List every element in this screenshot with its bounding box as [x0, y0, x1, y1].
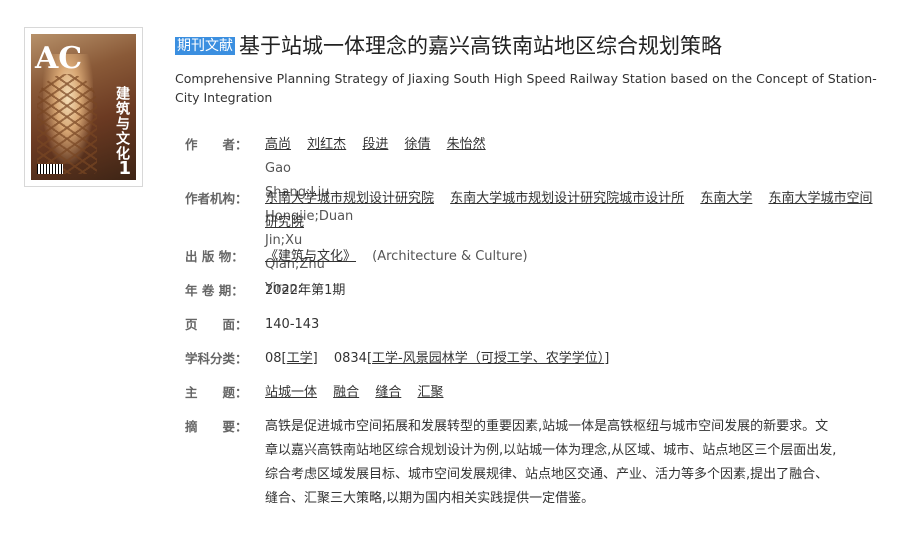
institution-link[interactable]: 东南大学城市规划设计研究院城市设计所: [450, 191, 684, 206]
cover-barcode: [37, 164, 63, 174]
keyword-link[interactable]: 站城一体: [265, 385, 317, 400]
abstract-line: 高铁是促进城市空间拓展和发展转型的重要因素,站城一体是高铁枢纽与城市空间发展的新…: [265, 419, 829, 434]
keywords-list: 站城一体 融合 缝合 汇聚: [265, 381, 443, 405]
subject-label: 学科分类：: [185, 351, 248, 366]
author-link[interactable]: 段进: [362, 137, 388, 152]
abstract-line: 章以嘉兴高铁南站地区综合规划设计为例,以站城一体为理念,从区域、城市、站点地区三…: [265, 443, 837, 458]
abstract-line: 缝合、汇聚三大策略,以期为国内相关实践提供一定借鉴。: [265, 491, 595, 506]
pages-label: 页 面：: [185, 317, 248, 332]
cover-journal-title: 建筑与文化: [114, 86, 130, 161]
author-link[interactable]: 高尚: [265, 137, 291, 152]
author-link[interactable]: 朱怡然: [447, 137, 486, 152]
article-title-row: 期刊文献 基于站城一体理念的嘉兴高铁南站地区综合规划策略: [175, 32, 885, 60]
document-type-tag: 期刊文献: [175, 37, 235, 55]
keywords-label: 主 题：: [185, 385, 248, 400]
author-link[interactable]: 刘红杰: [307, 137, 346, 152]
publication-english: (Architecture & Culture): [372, 249, 528, 264]
year-issue-value: 2022年第1期: [265, 283, 346, 298]
cover-issue-number: 1: [118, 158, 131, 179]
author-link[interactable]: 徐倩: [404, 137, 430, 152]
cover-logo: AC: [35, 41, 83, 76]
journal-cover-frame[interactable]: AC 建筑与文化 1: [24, 27, 143, 187]
pages-value: 140-143: [265, 317, 320, 332]
keyword-link[interactable]: 融合: [333, 385, 359, 400]
subject-code: 0834: [333, 351, 367, 366]
subject-link[interactable]: 工学: [287, 351, 313, 366]
abstract-line: 综合考虑区域发展目标、城市空间发展规律、站点地区交通、产业、活力等多个因素,提出…: [265, 467, 829, 482]
cover-lattice-decoration: [37, 74, 97, 174]
institutions-list: 东南大学城市规划设计研究院 东南大学城市规划设计研究院城市设计所 东南大学 东南…: [265, 187, 875, 235]
institutions-label: 作者机构：: [185, 191, 248, 206]
journal-cover-image: AC 建筑与文化 1: [31, 34, 136, 180]
keyword-link[interactable]: 汇聚: [417, 385, 443, 400]
keyword-link[interactable]: 缝合: [375, 385, 401, 400]
subject-code: 08: [265, 351, 282, 366]
year-issue-label: 年 卷 期：: [185, 283, 244, 298]
publication-link[interactable]: 《建筑与文化》: [265, 249, 356, 264]
institution-link[interactable]: 东南大学城市规划设计研究院: [265, 191, 434, 206]
subject-link[interactable]: 工学-风景园林学（可授工学、农学学位）: [372, 351, 604, 366]
article-title: 基于站城一体理念的嘉兴高铁南站地区综合规划策略: [239, 34, 722, 58]
publication-value: 《建筑与文化》 (Architecture & Culture): [265, 245, 528, 269]
subject-value: 08[工学] 0834[工学-风景园林学（可授工学、农学学位）]: [265, 351, 610, 366]
authors-label: 作 者：: [185, 137, 248, 152]
publication-label: 出 版 物：: [185, 249, 244, 264]
abstract-text: 高铁是促进城市空间拓展和发展转型的重要因素,站城一体是高铁枢纽与城市空间发展的新…: [265, 415, 885, 511]
abstract-label: 摘 要：: [185, 419, 248, 434]
article-english-title: Comprehensive Planning Strategy of Jiaxi…: [175, 71, 877, 105]
institution-link[interactable]: 东南大学: [700, 191, 752, 206]
authors-list: 高尚 刘红杰 段进 徐倩 朱怡然: [265, 133, 825, 157]
